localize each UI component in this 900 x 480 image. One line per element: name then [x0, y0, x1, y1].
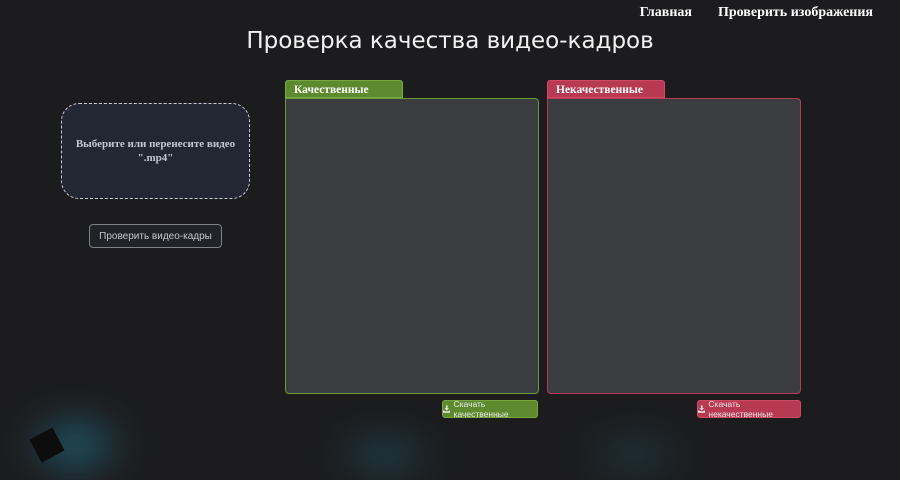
bad-frames-tab: Некачественные — [547, 80, 665, 98]
page-title: Проверка качества видео-кадров — [246, 28, 654, 54]
good-frames-tab: Качественные — [285, 80, 403, 98]
background-shape — [29, 427, 65, 463]
nav-link-home[interactable]: Главная — [640, 5, 692, 21]
download-bad-button[interactable]: Скачать некачественные — [697, 399, 801, 419]
download-good-label: Скачать качественные — [453, 399, 509, 419]
download-good-button[interactable]: Скачать качественные — [442, 399, 538, 419]
good-frames-list[interactable] — [285, 98, 539, 394]
background-glow — [330, 430, 440, 480]
top-nav: Главная Проверить изображения — [640, 5, 873, 21]
dropzone-text: Выберите или перенесите видео ".mp4" — [75, 137, 236, 164]
download-icon — [698, 405, 706, 413]
download-bad-label: Скачать некачественные — [708, 399, 773, 419]
download-icon — [443, 405, 451, 413]
nav-link-check-images[interactable]: Проверить изображения — [718, 5, 873, 21]
background-glow — [580, 430, 690, 480]
check-frames-button[interactable]: Проверить видео-кадры — [89, 224, 222, 248]
bad-frames-list[interactable] — [547, 98, 801, 394]
video-dropzone[interactable]: Выберите или перенесите видео ".mp4" — [61, 103, 250, 199]
